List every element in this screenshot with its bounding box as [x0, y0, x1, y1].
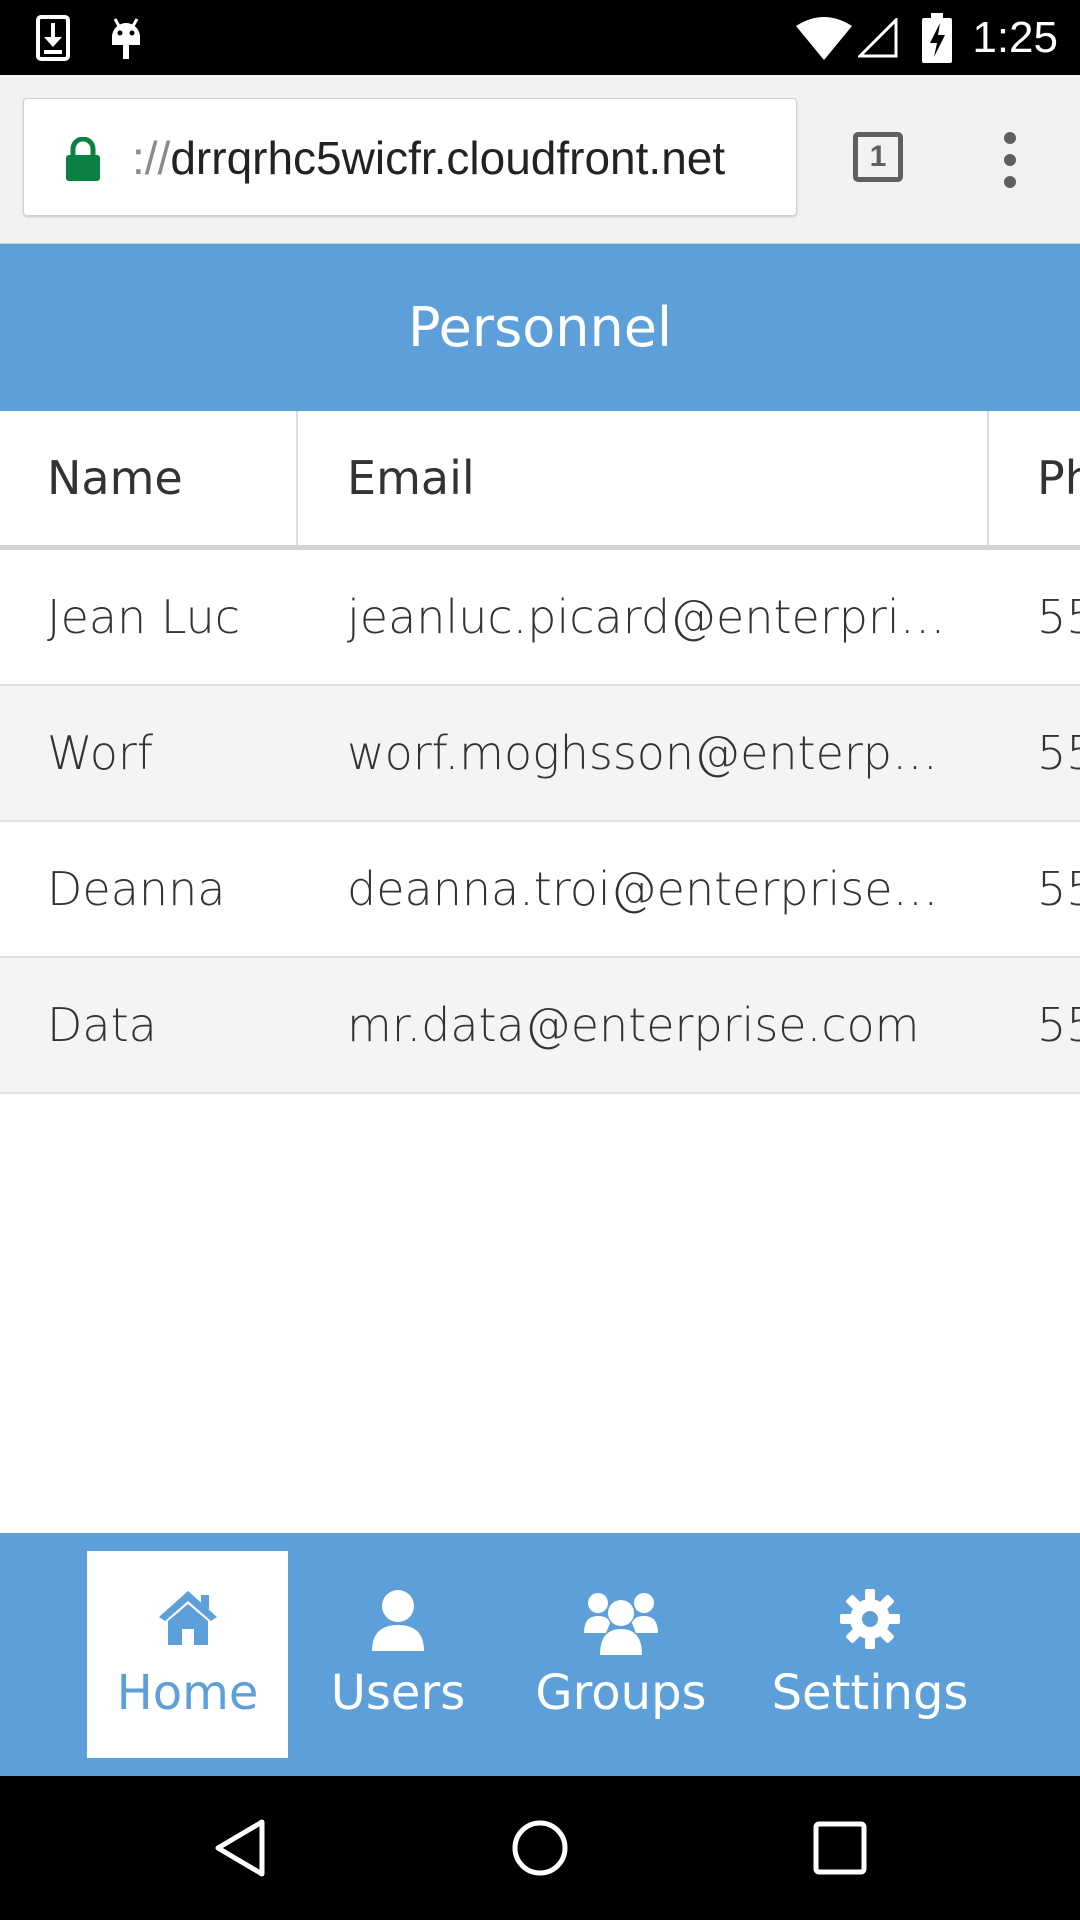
url-host: drrqrhc5wicfr.cloudfront.net	[170, 132, 726, 184]
cell-email: jeanluc.picard@enterprise...	[347, 590, 952, 644]
column-header-name[interactable]: Name	[47, 411, 287, 545]
tab-label: Users	[330, 1665, 466, 1721]
cell-email: deanna.troi@enterprise.co...	[347, 862, 952, 916]
tab-switcher-button[interactable]: 1	[853, 132, 903, 182]
system-nav-bar	[0, 1776, 1080, 1920]
tab-groups[interactable]: Groups	[528, 1551, 714, 1758]
tab-home[interactable]: Home	[87, 1551, 288, 1758]
wifi-icon	[796, 0, 852, 75]
cell-name: Deanna	[47, 862, 226, 916]
table-row[interactable]: Jean Luc jeanluc.picard@enterprise... 55	[0, 550, 1080, 686]
cell-phone: 55	[1037, 862, 1080, 916]
table-row[interactable]: Data mr.data@enterprise.com 55	[0, 958, 1080, 1094]
battery-charging-icon	[922, 0, 952, 75]
cell-email: worf.moghsson@enterpris...	[347, 726, 952, 780]
column-header-email[interactable]: Email	[347, 411, 952, 545]
personnel-table: Name Email Ph Jean Luc jeanluc.picard@en…	[0, 411, 1080, 1094]
bottom-tab-bar: Home Users Groups Settings	[0, 1533, 1080, 1776]
page-title: Personnel	[0, 244, 1080, 411]
tab-label: Home	[116, 1665, 259, 1721]
url-scheme: ://	[132, 132, 171, 184]
cell-name: Data	[47, 998, 157, 1052]
tab-settings[interactable]: Settings	[770, 1551, 970, 1758]
overflow-menu-icon[interactable]	[996, 132, 1024, 188]
status-bar: 1:25	[0, 0, 1080, 75]
table-row[interactable]: Worf worf.moghsson@enterpris... 55	[0, 686, 1080, 822]
tab-label: Settings	[771, 1665, 969, 1721]
cell-name: Jean Luc	[47, 590, 241, 644]
lock-icon	[64, 136, 102, 185]
column-header-phone[interactable]: Ph	[1037, 411, 1080, 545]
table-row[interactable]: Deanna deanna.troi@enterprise.co... 55	[0, 822, 1080, 958]
column-divider	[296, 411, 298, 545]
browser-toolbar: ://drrqrhc5wicfr.cloudfront.net 1	[0, 75, 1080, 244]
recents-icon[interactable]	[780, 1776, 900, 1920]
group-icon	[528, 1589, 714, 1659]
gear-icon	[770, 1589, 970, 1659]
tab-label: Groups	[535, 1665, 707, 1721]
url-text[interactable]: ://drrqrhc5wicfr.cloudfront.net	[132, 99, 725, 217]
signal-icon	[858, 0, 898, 75]
column-divider	[987, 411, 989, 545]
back-icon[interactable]	[180, 1776, 300, 1920]
cell-phone: 55	[1037, 590, 1080, 644]
cell-email: mr.data@enterprise.com	[347, 998, 920, 1052]
cell-phone: 55	[1037, 998, 1080, 1052]
status-time: 1:25	[972, 13, 1058, 62]
android-debug-icon	[106, 0, 146, 75]
home-icon	[87, 1589, 288, 1659]
table-header: Name Email Ph	[0, 411, 1080, 550]
address-bar[interactable]: ://drrqrhc5wicfr.cloudfront.net	[23, 98, 797, 216]
user-icon	[318, 1589, 478, 1659]
download-notification-icon	[36, 0, 70, 75]
cell-name: Worf	[47, 726, 154, 780]
home-nav-icon[interactable]	[480, 1776, 600, 1920]
cell-phone: 55	[1037, 726, 1080, 780]
tab-users[interactable]: Users	[318, 1551, 478, 1758]
